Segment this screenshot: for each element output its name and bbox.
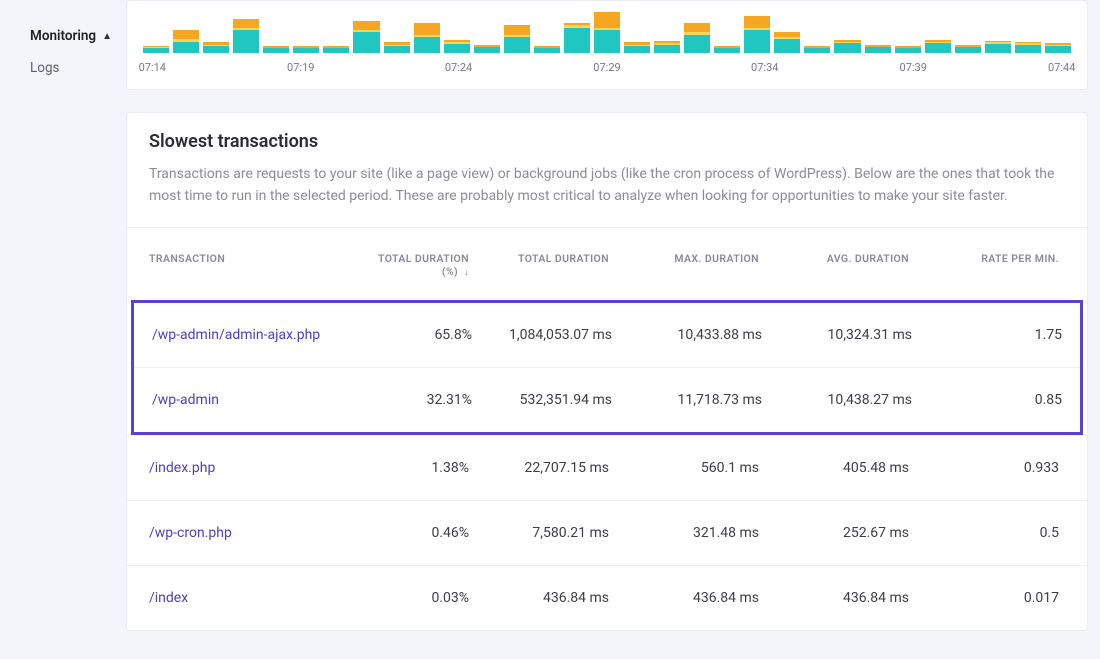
chart-bar[interactable] bbox=[594, 7, 620, 53]
cell-rate: 0.85 bbox=[912, 392, 1062, 408]
cell-total: 22,707.15 ms bbox=[469, 460, 609, 476]
table-row[interactable]: /wp-admin/admin-ajax.php65.8%1,084,053.0… bbox=[134, 303, 1080, 367]
chart-bar[interactable] bbox=[173, 7, 199, 53]
card-header: Slowest transactions Transactions are re… bbox=[127, 113, 1087, 227]
transaction-link[interactable]: /index bbox=[149, 590, 369, 606]
cell-pct: 65.8% bbox=[372, 327, 472, 343]
chart-bar[interactable] bbox=[804, 7, 830, 53]
cell-total: 7,580.21 ms bbox=[469, 525, 609, 541]
chart-bar[interactable] bbox=[143, 7, 169, 53]
chart-bar[interactable] bbox=[203, 7, 229, 53]
table-row[interactable]: /index0.03%436.84 ms436.84 ms436.84 ms0.… bbox=[127, 565, 1087, 630]
x-tick: 07:34 bbox=[751, 61, 778, 74]
cell-pct: 32.31% bbox=[372, 392, 472, 408]
col-transaction[interactable]: TRANSACTION bbox=[149, 252, 369, 278]
cell-total: 436.84 ms bbox=[469, 590, 609, 606]
chart-bar[interactable] bbox=[293, 7, 319, 53]
cell-total: 1,084,053.07 ms bbox=[472, 327, 612, 343]
cell-rate: 0.017 bbox=[909, 590, 1059, 606]
chart-bar[interactable] bbox=[414, 7, 440, 53]
chart-bar[interactable] bbox=[834, 7, 860, 53]
table-header-row: TRANSACTION TOTAL DURATION (%)↓ TOTAL DU… bbox=[127, 227, 1087, 300]
sidebar-item-logs[interactable]: Logs bbox=[0, 52, 126, 84]
cell-rate: 1.75 bbox=[912, 327, 1062, 343]
chart-bar[interactable] bbox=[444, 7, 470, 53]
chart-bar[interactable] bbox=[624, 7, 650, 53]
sidebar-item-monitoring[interactable]: Monitoring ▲ bbox=[0, 20, 126, 52]
transaction-link[interactable]: /wp-cron.php bbox=[149, 525, 369, 541]
cell-pct: 0.46% bbox=[369, 525, 469, 541]
chart-bar[interactable] bbox=[534, 7, 560, 53]
col-avg-duration[interactable]: AVG. DURATION bbox=[759, 252, 909, 278]
chart-bar[interactable] bbox=[504, 7, 530, 53]
col-rate[interactable]: RATE PER MIN. bbox=[909, 252, 1059, 278]
table-row[interactable]: /index.php1.38%22,707.15 ms560.1 ms405.4… bbox=[127, 435, 1087, 500]
chart-bar[interactable] bbox=[955, 7, 981, 53]
transaction-link[interactable]: /wp-admin/admin-ajax.php bbox=[152, 327, 372, 343]
cell-total: 532,351.94 ms bbox=[472, 392, 612, 408]
cell-rate: 0.5 bbox=[909, 525, 1059, 541]
col-max-duration[interactable]: MAX. DURATION bbox=[609, 252, 759, 278]
cell-avg: 436.84 ms bbox=[759, 590, 909, 606]
cell-max: 560.1 ms bbox=[609, 460, 759, 476]
chart-bar[interactable] bbox=[384, 7, 410, 53]
chart-bar[interactable] bbox=[474, 7, 500, 53]
chart-x-axis: 07:1407:1907:2407:2907:3407:3907:44 bbox=[143, 61, 1071, 75]
transaction-link[interactable]: /index.php bbox=[149, 460, 369, 476]
chart-bar[interactable] bbox=[865, 7, 891, 53]
cell-rate: 0.933 bbox=[909, 460, 1059, 476]
table-row[interactable]: /wp-admin32.31%532,351.94 ms11,718.73 ms… bbox=[134, 367, 1080, 432]
chart-bar[interactable] bbox=[925, 7, 951, 53]
x-tick: 07:39 bbox=[900, 61, 927, 74]
chart-bar[interactable] bbox=[353, 7, 379, 53]
cell-avg: 405.48 ms bbox=[759, 460, 909, 476]
chart-bar[interactable] bbox=[1045, 7, 1071, 53]
chart-bar[interactable] bbox=[744, 7, 770, 53]
transaction-link[interactable]: /wp-admin bbox=[152, 392, 372, 408]
table-row[interactable]: /wp-cron.php0.46%7,580.21 ms321.48 ms252… bbox=[127, 500, 1087, 565]
cell-max: 436.84 ms bbox=[609, 590, 759, 606]
chart-bar[interactable] bbox=[654, 7, 680, 53]
x-tick: 07:44 bbox=[1048, 61, 1075, 74]
stacked-bar-chart bbox=[143, 1, 1071, 53]
chart-bar[interactable] bbox=[684, 7, 710, 53]
chart-bar[interactable] bbox=[233, 7, 259, 53]
main-content: 07:14 07:19 07:24 07:29 07:34 07:39 07:44 Slow… bbox=[126, 0, 1100, 659]
bell-icon: ▲ bbox=[102, 31, 112, 42]
cell-avg: 10,324.31 ms bbox=[762, 327, 912, 343]
cell-max: 321.48 ms bbox=[609, 525, 759, 541]
chart-bar[interactable] bbox=[714, 7, 740, 53]
chart-bar[interactable] bbox=[323, 7, 349, 53]
chart-bar[interactable] bbox=[564, 7, 590, 53]
chart-bar[interactable] bbox=[1015, 7, 1041, 53]
chart-bar[interactable] bbox=[263, 7, 289, 53]
x-tick: 07:14 bbox=[139, 61, 166, 74]
cell-avg: 10,438.27 ms bbox=[762, 392, 912, 408]
col-total-pct[interactable]: TOTAL DURATION (%)↓ bbox=[369, 252, 469, 278]
cell-pct: 1.38% bbox=[369, 460, 469, 476]
cell-pct: 0.03% bbox=[369, 590, 469, 606]
chart-bar[interactable] bbox=[774, 7, 800, 53]
cell-max: 10,433.88 ms bbox=[612, 327, 762, 343]
x-tick: 07:19 bbox=[287, 61, 314, 74]
cell-max: 11,718.73 ms bbox=[612, 392, 762, 408]
col-total-duration[interactable]: TOTAL DURATION bbox=[469, 252, 609, 278]
sidebar: Monitoring ▲ Logs bbox=[0, 0, 126, 659]
chart-card: 07:14 07:19 07:24 07:29 07:34 07:39 07:44 bbox=[126, 0, 1088, 90]
sidebar-item-label: Logs bbox=[30, 60, 60, 76]
card-title: Slowest transactions bbox=[149, 131, 1065, 152]
card-description: Transactions are requests to your site (… bbox=[149, 164, 1065, 207]
table-body: /wp-admin/admin-ajax.php65.8%1,084,053.0… bbox=[127, 300, 1087, 630]
x-tick: 07:24 bbox=[445, 61, 472, 74]
highlighted-rows: /wp-admin/admin-ajax.php65.8%1,084,053.0… bbox=[131, 300, 1083, 435]
transactions-card: Slowest transactions Transactions are re… bbox=[126, 112, 1088, 631]
sidebar-item-label: Monitoring bbox=[30, 28, 96, 44]
cell-avg: 252.67 ms bbox=[759, 525, 909, 541]
chart-bar[interactable] bbox=[985, 7, 1011, 53]
x-tick: 07:29 bbox=[593, 61, 620, 74]
chart-bar[interactable] bbox=[895, 7, 921, 53]
